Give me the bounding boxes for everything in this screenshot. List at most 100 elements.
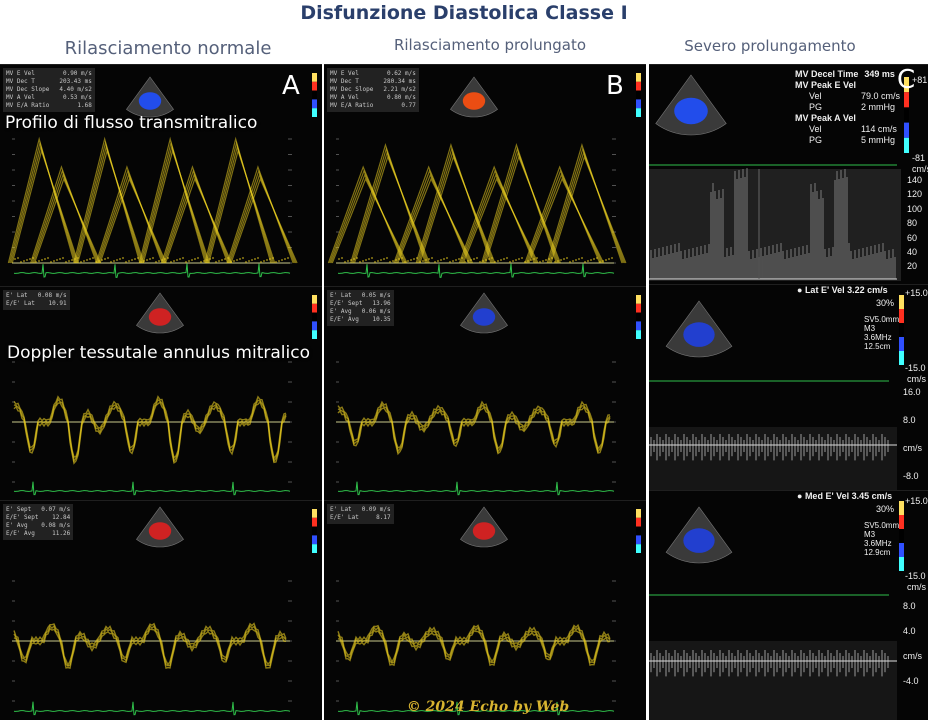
doppler-speckle bbox=[53, 260, 55, 262]
doppler-speckle bbox=[539, 261, 541, 263]
color-scale-bar bbox=[899, 323, 904, 337]
doppler-speckle bbox=[98, 260, 100, 262]
measurement-label: Vel bbox=[809, 91, 822, 101]
doppler-speckle bbox=[122, 257, 124, 259]
velocity-tick: 8.0 bbox=[903, 601, 916, 611]
doppler-speckle bbox=[272, 257, 274, 259]
setting-value: M3 bbox=[864, 324, 876, 333]
tissue-doppler-trace bbox=[336, 506, 641, 716]
setting-value: SV5.0mm bbox=[864, 315, 900, 324]
velocity-tick: -4.0 bbox=[903, 676, 919, 686]
doppler-speckle bbox=[599, 261, 601, 263]
color-scale-bar bbox=[636, 81, 641, 91]
doppler-speckle bbox=[242, 257, 244, 259]
e-wave bbox=[9, 140, 77, 264]
doppler-speckle bbox=[575, 259, 577, 261]
column-b: MV E Vel 0.62 m/s MV Dec T 280.34 ms MV Dec … bbox=[324, 64, 646, 720]
med-e-value: 3.45 cm/s bbox=[851, 491, 893, 501]
doppler-speckle bbox=[371, 257, 373, 259]
doppler-speckle bbox=[374, 261, 376, 263]
e-wave bbox=[75, 144, 144, 264]
color-scale-bar bbox=[904, 137, 909, 153]
doppler-speckle bbox=[218, 260, 220, 262]
doppler-speckle bbox=[149, 258, 151, 260]
setting-value: 3.6MHz bbox=[864, 539, 892, 548]
doppler-speckle bbox=[566, 257, 568, 259]
panel-a-tissue-doppler-lateral: E' Lat 0.08 m/s E/E' Lat 10.91 bbox=[0, 286, 322, 501]
doppler-speckle bbox=[110, 261, 112, 263]
ecg-trace bbox=[13, 263, 291, 278]
panel-a-transmitral-flow: MV E Vel 0.90 m/s MV Dec T 203.43 ms MV Dec … bbox=[0, 64, 322, 287]
doppler-speckle bbox=[137, 257, 139, 259]
color-scale-bar bbox=[312, 544, 317, 553]
doppler-speckle bbox=[287, 257, 289, 259]
color-scale-bar bbox=[899, 295, 904, 309]
doppler-speckle bbox=[203, 260, 205, 262]
doppler-speckle bbox=[143, 260, 145, 262]
tissue-doppler-trace bbox=[336, 292, 641, 496]
doppler-speckle bbox=[26, 259, 28, 261]
doppler-speckle bbox=[581, 257, 583, 259]
measurement-value: 5 mmHg bbox=[861, 135, 896, 145]
color-scale-bar bbox=[636, 321, 641, 331]
doppler-speckle bbox=[80, 261, 82, 263]
color-scale-bar bbox=[899, 337, 904, 351]
measurement-label: PG bbox=[809, 102, 823, 112]
panel-c-tissue-doppler-lateral: ● Lat E' Vel 3.22 cm/s 30% SV5.0mm M3 3.6MH… bbox=[649, 284, 928, 491]
doppler-speckle bbox=[557, 260, 559, 262]
panel-c-transmitral-flow: MV Decel Time 349 ms MV Peak E Vel Vel 79.0 … bbox=[649, 64, 928, 285]
doppler-speckle bbox=[260, 261, 262, 263]
doppler-speckle bbox=[455, 259, 457, 261]
color-scale-bar bbox=[636, 312, 641, 322]
settings-text: 30% SV5.0mm M3 3.6MHz 12.9cm bbox=[864, 504, 899, 557]
doppler-speckle bbox=[191, 259, 193, 261]
a-wave bbox=[546, 143, 623, 264]
color-scale-bar bbox=[312, 312, 317, 322]
doppler-speckle bbox=[92, 257, 94, 259]
a-wave bbox=[227, 169, 296, 264]
e-wave bbox=[206, 144, 275, 264]
doppler-speckle bbox=[605, 259, 607, 261]
doppler-speckle bbox=[266, 259, 268, 261]
doppler-speckle bbox=[200, 261, 202, 263]
velocity-tick: 20 bbox=[907, 261, 918, 272]
color-scale-bar bbox=[636, 303, 641, 313]
column-c: MV Decel Time 349 ms MV Peak E Vel Vel 79.0 … bbox=[649, 64, 928, 720]
color-scale-bar bbox=[636, 99, 641, 109]
panel-b-tissue-doppler-lateral: E' Lat 0.05 m/s E/E' Sept 13.96 E' Avg 0.06 m… bbox=[324, 286, 646, 501]
a-wave bbox=[415, 143, 492, 264]
doppler-speckle bbox=[545, 259, 547, 261]
measurement-value: 114 cm/s bbox=[861, 124, 897, 134]
velocity-tick: 8.0 bbox=[903, 415, 916, 425]
doppler-speckle bbox=[263, 260, 265, 262]
a-wave bbox=[350, 143, 427, 264]
doppler-speckle bbox=[164, 258, 166, 260]
tissue-doppler-trace bbox=[12, 292, 317, 496]
e-wave bbox=[140, 140, 208, 264]
doppler-speckle bbox=[197, 257, 199, 259]
doppler-speckle bbox=[32, 257, 34, 259]
doppler-speckle bbox=[62, 257, 64, 259]
doppler-speckle bbox=[503, 258, 505, 260]
measurement-row: MV Decel Time 349 ms bbox=[795, 69, 900, 80]
e-wave bbox=[205, 140, 273, 264]
color-scale-bar bbox=[899, 543, 904, 557]
color-scale-bottom: -81 bbox=[912, 153, 926, 163]
page-title: Disfunzione Diastolica Classe I bbox=[300, 2, 628, 24]
column-title-b: Rilasciamento prolungato bbox=[393, 36, 587, 54]
color-scale-bar bbox=[312, 99, 317, 109]
doppler-speckle bbox=[188, 260, 190, 262]
color-flow-region bbox=[138, 92, 162, 110]
doppler-speckle bbox=[185, 261, 187, 263]
doppler-speckle bbox=[215, 261, 217, 263]
doppler-speckle bbox=[464, 261, 466, 263]
doppler-speckle bbox=[554, 261, 556, 263]
doppler-speckle bbox=[251, 259, 253, 261]
panel-c-tissue-doppler-medial: ● Med E' Vel 3.45 cm/s 30% SV5.0mm M3 3.6MH… bbox=[649, 490, 928, 720]
doppler-speckle bbox=[482, 260, 484, 262]
doppler-speckle bbox=[353, 258, 355, 260]
doppler-speckle bbox=[74, 258, 76, 260]
lat-e-label: Lat E' Vel bbox=[804, 285, 845, 295]
color-scale-bar bbox=[312, 303, 317, 313]
velocity-tick: cm/s bbox=[903, 443, 922, 453]
